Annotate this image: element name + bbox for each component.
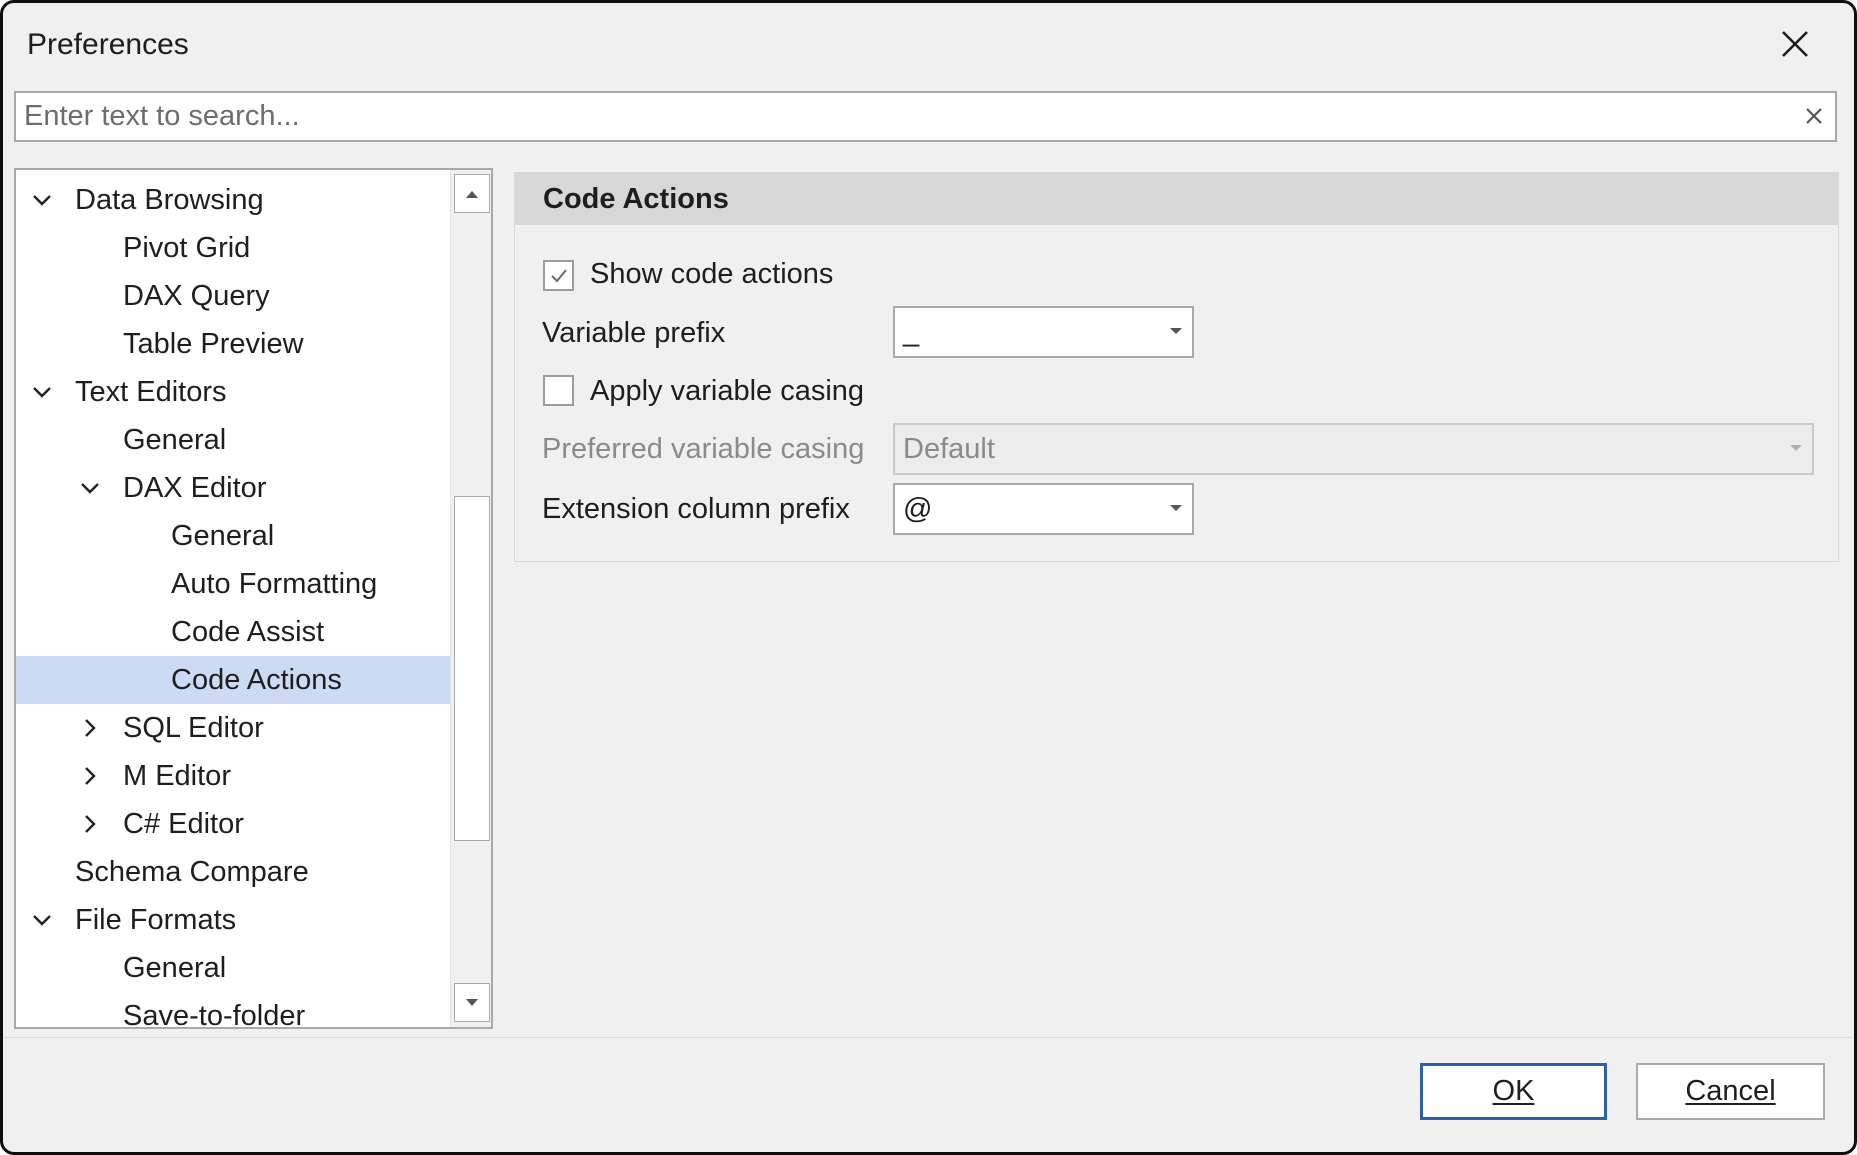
tree-item[interactable]: Code Assist — [16, 608, 450, 656]
variable-prefix-label: Variable prefix — [542, 317, 726, 349]
tree-item-label: General — [123, 424, 227, 456]
window-title: Preferences — [27, 28, 189, 61]
tree-item[interactable]: Save-to-folder — [16, 992, 450, 1029]
checkmark-icon — [550, 268, 567, 282]
tree-item-label: Auto Formatting — [171, 568, 378, 600]
tree-item-label: Table Preview — [123, 328, 304, 360]
scroll-thumb[interactable] — [454, 496, 490, 841]
chevron-down-icon[interactable] — [28, 368, 56, 416]
chevron-down-icon[interactable] — [28, 896, 56, 944]
tree-item[interactable]: DAX Editor — [16, 464, 450, 512]
search-box — [14, 91, 1837, 142]
tree-item[interactable]: SQL Editor — [16, 704, 450, 752]
panel-header: Code Actions — [515, 173, 1838, 225]
tree-item-label: Text Editors — [75, 376, 227, 408]
extension-column-prefix-label: Extension column prefix — [542, 493, 850, 525]
cancel-button[interactable]: Cancel — [1636, 1063, 1825, 1120]
dropdown-arrow-icon — [1170, 505, 1182, 511]
tree-item[interactable]: Schema Compare — [16, 848, 450, 896]
variable-prefix-value: _ — [903, 316, 920, 348]
tree-item-label: Data Browsing — [75, 184, 264, 216]
show-code-actions-checkbox[interactable] — [543, 260, 574, 291]
scroll-down-button[interactable] — [454, 983, 490, 1022]
clear-search-button[interactable] — [1801, 103, 1827, 129]
scroll-up-icon — [466, 190, 478, 198]
tree-item-label: C# Editor — [123, 808, 244, 840]
tree-item[interactable]: File Formats — [16, 896, 450, 944]
preferences-dialog: Preferences Data Browsing Pivot Grid DAX Q… — [0, 0, 1857, 1155]
code-actions-panel: Code Actions Show code actions Variable … — [514, 172, 1839, 562]
close-icon — [1782, 31, 1808, 57]
tree-item-label: SQL Editor — [123, 712, 264, 744]
tree-item-label: File Formats — [75, 904, 237, 936]
tree-item[interactable]: Auto Formatting — [16, 560, 450, 608]
tree-item-label: General — [171, 520, 275, 552]
tree-item[interactable]: Data Browsing — [16, 176, 450, 224]
tree-item[interactable]: C# Editor — [16, 800, 450, 848]
tree-item[interactable]: General — [16, 416, 450, 464]
dropdown-arrow-icon — [1170, 328, 1182, 334]
chevron-right-icon[interactable] — [76, 704, 104, 752]
clear-icon — [1806, 108, 1822, 124]
ok-button[interactable]: OK — [1420, 1063, 1607, 1120]
tree-item[interactable]: Table Preview — [16, 320, 450, 368]
apply-variable-casing-checkbox[interactable] — [543, 375, 574, 406]
tree-item-label: Pivot Grid — [123, 232, 251, 264]
tree-item[interactable]: General — [16, 944, 450, 992]
scroll-up-button[interactable] — [454, 174, 490, 213]
extension-column-prefix-dropdown[interactable]: @ — [893, 483, 1194, 535]
chevron-right-icon[interactable] — [76, 752, 104, 800]
scroll-down-icon — [466, 998, 478, 1006]
extension-column-prefix-value: @ — [903, 493, 933, 525]
tree-item-label: General — [123, 952, 227, 984]
chevron-down-icon[interactable] — [28, 176, 56, 224]
tree-item-label: Code Actions — [171, 664, 342, 696]
preferences-tree: Data Browsing Pivot Grid DAX Query Table Pr… — [14, 168, 493, 1029]
tree-item[interactable]: Pivot Grid — [16, 224, 450, 272]
tree-item[interactable]: M Editor — [16, 752, 450, 800]
variable-prefix-dropdown[interactable]: _ — [893, 306, 1194, 358]
tree-item-label: DAX Query — [123, 280, 270, 312]
tree-item-label: Code Assist — [171, 616, 325, 648]
tree-item-label: Save-to-folder — [123, 1000, 306, 1029]
preferred-variable-casing-label: Preferred variable casing — [542, 433, 865, 465]
tree-item-label: M Editor — [123, 760, 231, 792]
show-code-actions-label[interactable]: Show code actions — [590, 257, 833, 291]
close-button[interactable] — [1768, 20, 1822, 68]
preferred-variable-casing-dropdown: Default — [893, 423, 1814, 475]
tree-item-label: Schema Compare — [75, 856, 309, 888]
footer-divider — [3, 1037, 1854, 1038]
dropdown-arrow-icon — [1790, 445, 1802, 451]
search-input[interactable] — [22, 93, 1796, 140]
tree-item[interactable]: General — [16, 512, 450, 560]
tree-scrollbar[interactable] — [450, 170, 491, 1027]
tree-item[interactable]: Text Editors — [16, 368, 450, 416]
tree-item[interactable]: Code Actions — [16, 656, 450, 704]
tree-item-label: DAX Editor — [123, 472, 267, 504]
chevron-down-icon[interactable] — [76, 464, 104, 512]
apply-variable-casing-label[interactable]: Apply variable casing — [590, 374, 864, 408]
chevron-right-icon[interactable] — [76, 800, 104, 848]
tree-item[interactable]: DAX Query — [16, 272, 450, 320]
preferred-variable-casing-value: Default — [903, 433, 995, 465]
